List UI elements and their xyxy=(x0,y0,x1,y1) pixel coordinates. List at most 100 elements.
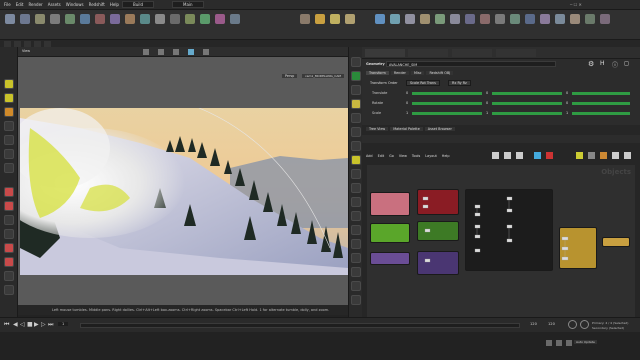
lock-icon[interactable] xyxy=(4,285,14,295)
network-tool-icon[interactable] xyxy=(546,152,553,159)
network-tool-icon[interactable] xyxy=(624,152,631,159)
select-tool-icon[interactable] xyxy=(4,79,14,89)
shelf-extra-icon[interactable] xyxy=(600,14,610,24)
net-menu-add[interactable]: Add xyxy=(366,154,373,158)
pose-tool-icon[interactable] xyxy=(4,135,14,145)
camera-view-icon[interactable] xyxy=(351,225,361,235)
param-value[interactable]: 1 xyxy=(566,111,568,115)
menu-help[interactable]: Help xyxy=(110,2,119,7)
scene-icon[interactable] xyxy=(555,14,565,24)
torus-icon[interactable] xyxy=(35,14,45,24)
file-icon[interactable] xyxy=(230,14,240,24)
end-frame-field-2[interactable]: 120 xyxy=(548,322,555,326)
view-tool-icon[interactable] xyxy=(4,163,14,173)
display-options-icon[interactable] xyxy=(351,57,361,67)
shelf-tab[interactable] xyxy=(24,40,32,47)
net-menu-help[interactable]: Help xyxy=(442,154,450,158)
node-name-field[interactable]: AVALANCHE_SIM xyxy=(386,61,556,67)
play-icon[interactable]: ▶ xyxy=(34,321,39,328)
wireframe-icon[interactable] xyxy=(351,71,361,81)
spray-paint-icon[interactable] xyxy=(155,14,165,24)
rotate-tool-icon[interactable] xyxy=(4,107,14,117)
snap-grid-icon[interactable] xyxy=(4,229,14,239)
net-menu-view[interactable]: View xyxy=(399,154,407,158)
pin-icon[interactable] xyxy=(351,281,361,291)
link-icon[interactable] xyxy=(351,267,361,277)
panel-tab[interactable] xyxy=(365,49,405,57)
shelf-tab[interactable] xyxy=(34,40,42,47)
network-tool-icon[interactable] xyxy=(492,152,499,159)
timeline-slider[interactable] xyxy=(80,323,520,328)
update-mode-icon[interactable] xyxy=(546,340,552,346)
circle-icon[interactable] xyxy=(95,14,105,24)
net-menu-layout[interactable]: Layout xyxy=(425,154,437,158)
vr-icon[interactable] xyxy=(525,14,535,24)
view-tab[interactable]: View xyxy=(22,49,30,53)
caustic-light-icon[interactable] xyxy=(420,14,430,24)
sky-light-icon[interactable] xyxy=(375,14,385,24)
snap-point-icon[interactable] xyxy=(4,243,14,253)
tab-transform[interactable]: Transform xyxy=(366,71,389,75)
split-view-icon[interactable] xyxy=(351,239,361,249)
shelf-more-icon[interactable] xyxy=(585,14,595,24)
viewport-tool-icon[interactable] xyxy=(143,49,149,55)
guide-icon[interactable] xyxy=(351,211,361,221)
camera-dropdown[interactable]: cam1_MODELLING_CAM xyxy=(302,74,345,78)
gi-light-icon[interactable] xyxy=(405,14,415,24)
skip-end-icon[interactable]: ⏭ xyxy=(48,321,53,329)
network-tool-icon[interactable] xyxy=(504,152,511,159)
network-box-icon[interactable] xyxy=(588,152,595,159)
network-tool-icon[interactable] xyxy=(600,152,607,159)
tab-tree-view[interactable]: Tree View xyxy=(366,127,389,131)
magnet-icon[interactable] xyxy=(4,201,14,211)
cam-pov-icon[interactable] xyxy=(570,14,580,24)
menu-redshift[interactable]: Redshift xyxy=(89,2,105,7)
key-icon[interactable] xyxy=(568,320,577,329)
shelf-tab[interactable] xyxy=(14,40,22,47)
lock-icon[interactable]: ◻ xyxy=(624,60,629,67)
param-slider[interactable] xyxy=(412,92,482,95)
spot-light-icon[interactable] xyxy=(330,14,340,24)
palette-icon[interactable] xyxy=(534,152,541,159)
update-mode-icon[interactable] xyxy=(556,340,562,346)
prim-numbers-icon[interactable] xyxy=(351,183,361,193)
light-icon[interactable] xyxy=(351,99,361,109)
param-value[interactable]: 0 xyxy=(566,91,568,95)
param-value[interactable]: 0 xyxy=(406,101,408,105)
xray-icon[interactable] xyxy=(351,141,361,151)
panel-tab[interactable] xyxy=(408,49,448,57)
stereo-camera-icon[interactable] xyxy=(465,14,475,24)
hand-icon[interactable] xyxy=(351,295,361,305)
end-frame-field[interactable]: 120 xyxy=(530,322,537,326)
param-value[interactable]: 0 xyxy=(566,101,568,105)
realtime-icon[interactable]: ⏮ xyxy=(4,321,9,329)
snap-icon[interactable] xyxy=(4,187,14,197)
rotate-order-dropdown[interactable]: Rx Ry Rz xyxy=(448,80,471,86)
metaball-icon[interactable] xyxy=(215,14,225,24)
auto-update-dropdown[interactable]: Auto Update xyxy=(574,340,597,344)
ambient-light-icon[interactable] xyxy=(450,14,460,24)
transform-order-dropdown[interactable]: Scale Rot Trans xyxy=(406,80,440,86)
switcher-icon[interactable] xyxy=(495,14,505,24)
tab-material-palette[interactable]: Material Palette xyxy=(390,127,423,131)
param-value[interactable]: 1 xyxy=(486,111,488,115)
gamepad-camera-icon[interactable] xyxy=(510,14,520,24)
sphere-icon[interactable] xyxy=(5,14,15,24)
gear-icon[interactable]: ⚙ xyxy=(588,60,594,68)
background-icon[interactable] xyxy=(351,127,361,137)
network-tool-icon[interactable] xyxy=(612,152,619,159)
param-slider[interactable] xyxy=(492,102,562,105)
stop-icon[interactable]: ■ xyxy=(27,321,33,328)
shelf-tab[interactable] xyxy=(44,40,52,47)
normals-icon[interactable] xyxy=(351,169,361,179)
network-path-bar[interactable] xyxy=(362,135,640,143)
build-desktop-dropdown[interactable]: Build xyxy=(122,1,155,8)
param-slider[interactable] xyxy=(572,102,630,105)
auto-key-icon[interactable] xyxy=(580,320,589,329)
network-tool-icon[interactable] xyxy=(516,152,523,159)
param-value[interactable]: 1 xyxy=(406,111,408,115)
menu-assets[interactable]: Assets xyxy=(48,2,61,7)
path-icon[interactable] xyxy=(140,14,150,24)
panel-tab[interactable] xyxy=(452,49,492,57)
snap-curve-icon[interactable] xyxy=(4,257,14,267)
